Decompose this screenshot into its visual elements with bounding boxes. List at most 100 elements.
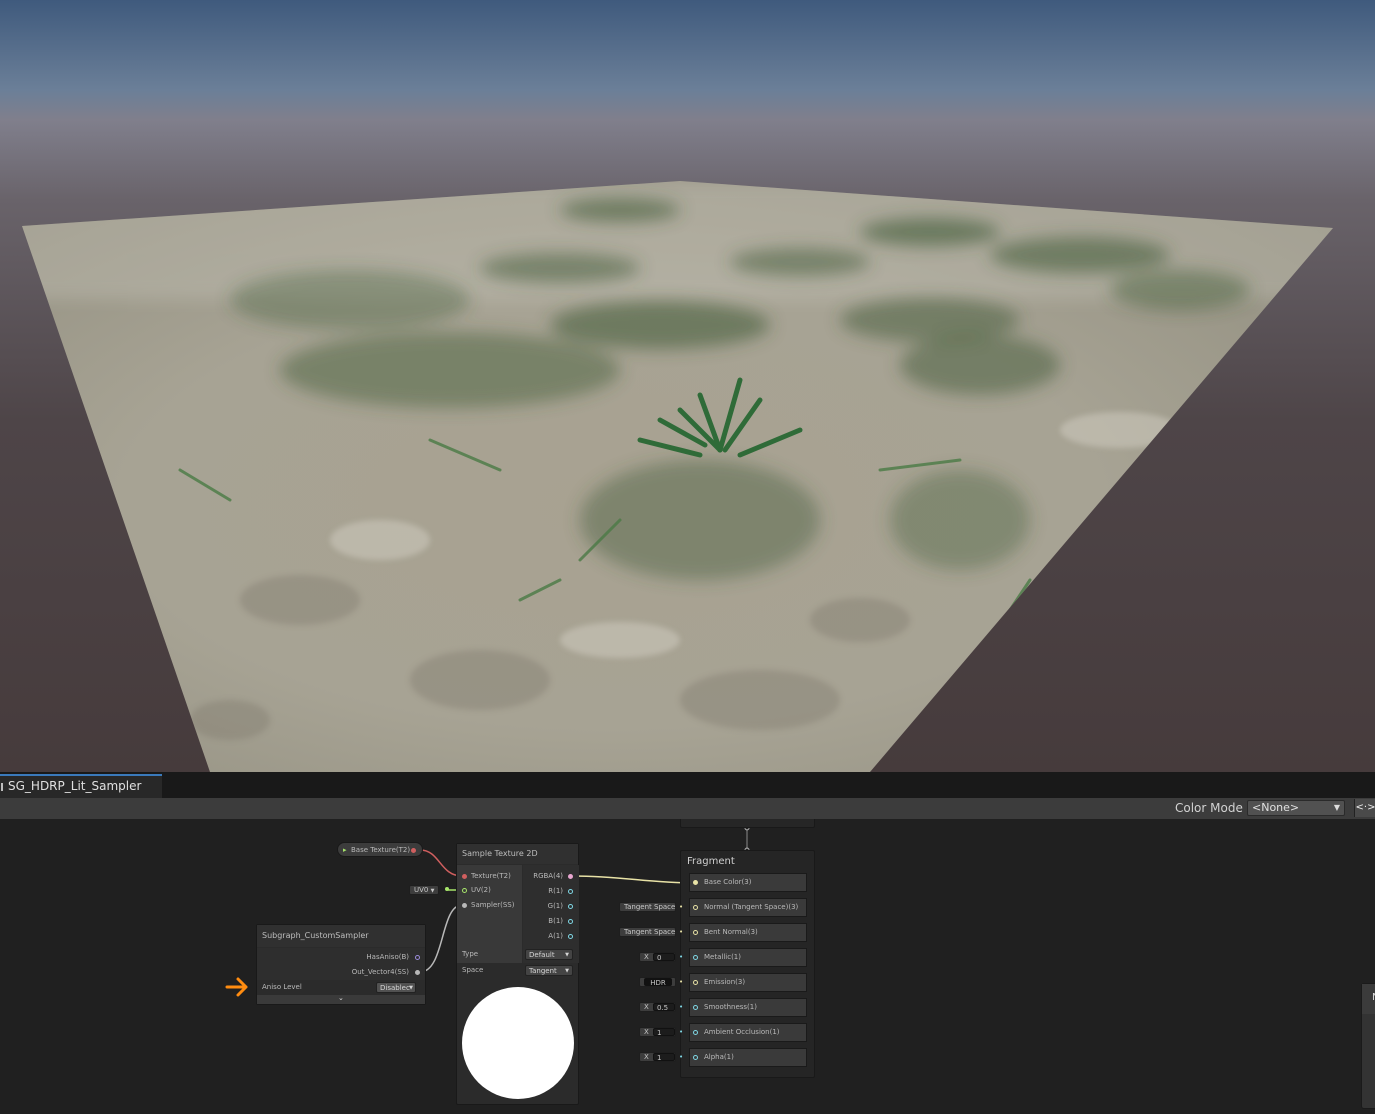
ambient-occlusion-label: Ambient Occlusion(1) bbox=[704, 1028, 780, 1036]
texture-input-label: Texture(T2) bbox=[471, 872, 511, 880]
fragment-slot-ambient-occlusion[interactable]: Ambient Occlusion(1) bbox=[689, 1023, 807, 1042]
base-color-label: Base Color(3) bbox=[704, 878, 752, 886]
node-title: Sample Texture 2D bbox=[457, 844, 578, 864]
code-toggle-icon[interactable]: <·> bbox=[1354, 799, 1375, 817]
uv-channel-dropdown[interactable]: UV0 ▼ bbox=[409, 885, 439, 895]
color-mode-dropdown[interactable]: <None> ▼ bbox=[1247, 800, 1345, 816]
chevron-down-icon: ▼ bbox=[565, 968, 569, 974]
normal-port[interactable] bbox=[693, 905, 698, 910]
vertex-stack-bottom bbox=[680, 819, 815, 828]
chevron-down-icon: ⌄ bbox=[338, 994, 344, 1002]
type-value: Default bbox=[529, 951, 555, 959]
space-dropdown[interactable]: Tangent ▼ bbox=[525, 965, 573, 976]
ambient-occlusion-inline-dot: • bbox=[679, 1028, 684, 1036]
uv-input-port[interactable] bbox=[462, 888, 467, 893]
metallic-label: Metallic(1) bbox=[704, 953, 741, 961]
color-mode-label: Color Mode bbox=[1175, 801, 1243, 815]
property-label: Base Texture(T2) bbox=[351, 846, 411, 854]
uv-channel-value: UV0 bbox=[414, 886, 429, 894]
type-label: Type bbox=[462, 950, 479, 958]
smoothness-input[interactable]: X 0.5 bbox=[639, 1002, 676, 1012]
emission-color-input[interactable]: HDR bbox=[639, 977, 676, 987]
fragment-slot-alpha[interactable]: Alpha(1) bbox=[689, 1048, 807, 1067]
uv-input-label: UV(2) bbox=[471, 886, 491, 894]
has-aniso-output-port[interactable] bbox=[415, 955, 420, 960]
type-dropdown[interactable]: Default ▼ bbox=[525, 949, 573, 960]
emission-port[interactable] bbox=[693, 980, 698, 985]
ambient-occlusion-value-field[interactable]: 1 bbox=[653, 1028, 675, 1037]
texture-input-port[interactable] bbox=[462, 874, 467, 879]
x-prefix: X bbox=[644, 1053, 649, 1061]
rgba-output-port[interactable] bbox=[568, 874, 573, 879]
collapse-bar[interactable]: ⌄ bbox=[257, 994, 425, 1004]
chevron-down-icon: ▼ bbox=[430, 888, 435, 894]
alpha-inline-dot: • bbox=[679, 1053, 684, 1061]
fragment-slot-base-color[interactable]: Base Color(3) bbox=[689, 873, 807, 892]
fragment-slot-emission[interactable]: Emission(3) bbox=[689, 973, 807, 992]
property-output-port[interactable] bbox=[411, 848, 416, 853]
g-output-port[interactable] bbox=[568, 904, 573, 909]
emission-hdr-swatch[interactable]: HDR bbox=[644, 978, 672, 987]
alpha-label: Alpha(1) bbox=[704, 1053, 734, 1061]
aniso-level-label: Aniso Level bbox=[262, 983, 302, 991]
sample-texture-2d-node[interactable]: Sample Texture 2D Texture(T2) UV(2) Samp… bbox=[456, 843, 579, 1105]
scene-viewport[interactable] bbox=[0, 0, 1375, 772]
bent-normal-inline-dot: • bbox=[679, 928, 684, 936]
smoothness-port[interactable] bbox=[693, 1005, 698, 1010]
bent-normal-label: Bent Normal(3) bbox=[704, 928, 758, 936]
shader-graph-canvas[interactable]: ▸ Base Texture(T2) UV0 ▼ Sample Texture … bbox=[0, 819, 1375, 1114]
chevron-down-icon: ▼ bbox=[1333, 803, 1340, 812]
fragment-slot-normal[interactable]: Normal (Tangent Space)(3) bbox=[689, 898, 807, 917]
smoothness-inline-dot: • bbox=[679, 1003, 684, 1011]
bent-normal-port[interactable] bbox=[693, 930, 698, 935]
tab-shader-graph[interactable]: SG_HDRP_Lit_Sampler bbox=[0, 774, 162, 798]
bent-normal-space-value: Tangent Space bbox=[624, 928, 676, 936]
ambient-occlusion-port[interactable] bbox=[693, 1030, 698, 1035]
b-output-label: B(1) bbox=[548, 917, 563, 925]
fragment-stack[interactable]: Fragment Base Color(3) Normal (Tangent S… bbox=[680, 850, 815, 1078]
inspector-tab[interactable]: N bbox=[1362, 984, 1375, 1014]
alpha-input[interactable]: X 1 bbox=[639, 1052, 676, 1062]
subgraph-custom-sampler-node[interactable]: Subgraph_CustomSampler HasAniso(B) Out_V… bbox=[256, 924, 426, 1005]
out-vector4-output-port[interactable] bbox=[415, 970, 420, 975]
normal-inline-dot: • bbox=[679, 903, 684, 911]
metallic-port[interactable] bbox=[693, 955, 698, 960]
bent-normal-space-input[interactable]: Tangent Space bbox=[619, 927, 676, 937]
annotation-arrow-icon bbox=[225, 977, 248, 997]
normal-space-input[interactable]: Tangent Space bbox=[619, 902, 676, 912]
sampler-input-port[interactable] bbox=[462, 903, 467, 908]
property-node-base-texture[interactable]: ▸ Base Texture(T2) bbox=[337, 842, 423, 857]
r-output-port[interactable] bbox=[568, 889, 573, 894]
uv-inline-port bbox=[445, 887, 449, 891]
aniso-level-value: Disablec bbox=[380, 984, 410, 992]
base-color-port[interactable] bbox=[693, 880, 698, 885]
fragment-slot-metallic[interactable]: Metallic(1) bbox=[689, 948, 807, 967]
alpha-value-field[interactable]: 1 bbox=[653, 1053, 675, 1062]
normal-space-value: Tangent Space bbox=[624, 903, 676, 911]
ambient-occlusion-input[interactable]: X 1 bbox=[639, 1027, 676, 1037]
fragment-slot-bent-normal[interactable]: Bent Normal(3) bbox=[689, 923, 807, 942]
x-prefix: X bbox=[644, 1028, 649, 1036]
metallic-value-field[interactable]: 0 bbox=[653, 953, 675, 962]
property-dot-icon: ▸ bbox=[343, 846, 347, 854]
fragment-slot-smoothness[interactable]: Smoothness(1) bbox=[689, 998, 807, 1017]
ground-plane-render bbox=[22, 181, 1333, 772]
alpha-port[interactable] bbox=[693, 1055, 698, 1060]
rgba-output-label: RGBA(4) bbox=[533, 872, 563, 880]
emission-inline-dot: • bbox=[679, 978, 684, 986]
out-vector4-output-label: Out_Vector4(SS) bbox=[351, 968, 409, 976]
x-prefix: X bbox=[644, 953, 649, 961]
smoothness-value-field[interactable]: 0.5 bbox=[653, 1003, 675, 1012]
metallic-input[interactable]: X 0 bbox=[639, 952, 676, 962]
graph-inspector-panel[interactable]: N bbox=[1361, 983, 1375, 1109]
texture-preview bbox=[462, 987, 574, 1099]
space-label: Space bbox=[462, 966, 484, 974]
b-output-port[interactable] bbox=[568, 919, 573, 924]
r-output-label: R(1) bbox=[548, 887, 563, 895]
chevron-down-icon: ▼ bbox=[409, 985, 413, 991]
fragment-title: Fragment bbox=[687, 856, 735, 867]
a-output-port[interactable] bbox=[568, 934, 573, 939]
has-aniso-output-label: HasAniso(B) bbox=[366, 953, 409, 961]
normal-label: Normal (Tangent Space)(3) bbox=[704, 903, 799, 911]
aniso-level-dropdown[interactable]: Disablec ▼ bbox=[376, 982, 416, 993]
